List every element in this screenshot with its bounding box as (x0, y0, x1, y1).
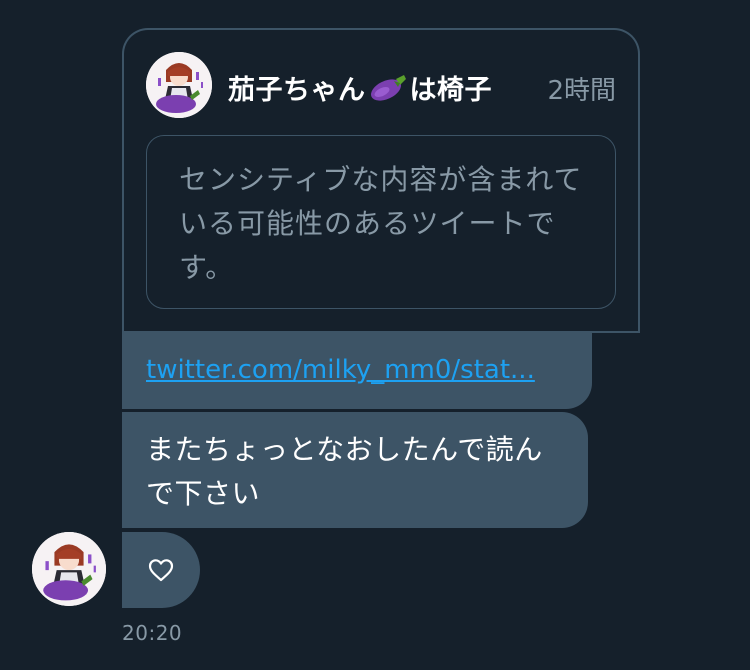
author-name-part2: は椅子 (409, 75, 492, 106)
quoted-tweet-card[interactable]: 茄子ちゃん は椅子 2時間 センシティブな内容が含まれている可能性のあるツイートで… (122, 28, 640, 333)
like-reaction-bubble[interactable] (122, 532, 200, 608)
sender-avatar[interactable] (32, 532, 106, 606)
author-name-part1: 茄子ちゃん (228, 75, 366, 106)
message-bubble-link[interactable]: twitter.com/milky_mm0/stat... (122, 331, 592, 409)
quoted-tweet-time: 2時間 (547, 76, 616, 106)
avatar-illustration-icon (32, 532, 106, 606)
eggplant-emoji-icon (368, 73, 408, 110)
quoted-author-avatar[interactable] (146, 52, 212, 118)
message-bubble-text[interactable]: またちょっとなおしたんで読んで下さい (122, 412, 588, 528)
tweet-link[interactable]: twitter.com/milky_mm0/stat... (146, 355, 535, 385)
sensitive-notice-text: センシティブな内容が含まれている可能性のあるツイートです。 (179, 163, 583, 284)
avatar-illustration-icon (146, 52, 212, 118)
heart-icon[interactable] (148, 558, 174, 582)
quoted-author-name[interactable]: 茄子ちゃん は椅子 (228, 68, 492, 110)
message-timestamp: 20:20 (122, 621, 183, 645)
sensitive-content-notice[interactable]: センシティブな内容が含まれている可能性のあるツイートです。 (146, 135, 616, 309)
message-text: またちょっとなおしたんで読んで下さい (146, 433, 543, 510)
